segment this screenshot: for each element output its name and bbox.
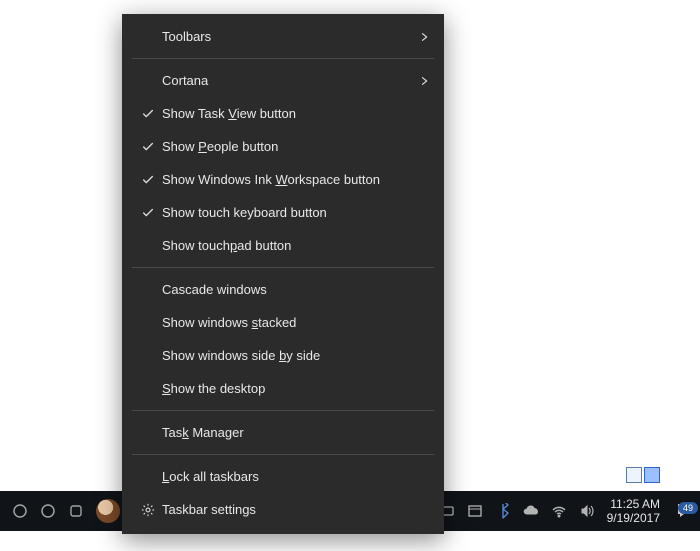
check-icon — [134, 140, 162, 154]
menu-item-taskbar-settings[interactable]: Taskbar settings — [122, 493, 444, 526]
check-icon — [134, 173, 162, 187]
menu-item-task-manager[interactable]: Task Manager — [122, 416, 444, 449]
menu-item-label: Cortana — [162, 73, 412, 88]
clock-time: 11:25 AM — [610, 497, 660, 511]
taskbar-app-icon[interactable] — [6, 491, 34, 531]
menu-item-show-windows-side-by-side[interactable]: Show windows side by side — [122, 339, 444, 372]
menu-item-label: Show windows side by side — [162, 348, 412, 363]
taskbar-app-icon[interactable] — [62, 491, 90, 531]
menu-item-label: Show the desktop — [162, 381, 412, 396]
menu-item-label: Show touch keyboard button — [162, 205, 412, 220]
action-center-count: 49 — [678, 502, 698, 514]
action-center-icon[interactable]: 49 — [670, 502, 700, 520]
menu-item-show-touchpad-button[interactable]: Show touchpad button — [122, 229, 444, 262]
menu-item-label: Show Task View button — [162, 106, 412, 121]
tray-app-icon[interactable] — [461, 491, 489, 531]
menu-separator — [132, 410, 434, 411]
menu-item-cortana[interactable]: Cortana — [122, 64, 444, 97]
menu-item-label: Toolbars — [162, 29, 412, 44]
menu-item-label: Task Manager — [162, 425, 412, 440]
wifi-icon[interactable] — [545, 491, 573, 531]
clock-date: 9/19/2017 — [607, 511, 660, 525]
desktop-switcher — [626, 467, 660, 485]
people-avatar-icon[interactable] — [96, 499, 120, 523]
menu-separator — [132, 58, 434, 59]
bluetooth-icon[interactable] — [489, 491, 517, 531]
check-icon — [134, 107, 162, 121]
system-tray: 11:25 AM 9/19/2017 49 — [405, 491, 700, 531]
taskbar-clock[interactable]: 11:25 AM 9/19/2017 — [601, 497, 670, 525]
desktop-thumb-active[interactable] — [644, 467, 660, 483]
menu-item-toolbars[interactable]: Toolbars — [122, 20, 444, 53]
menu-item-label: Taskbar settings — [162, 502, 412, 517]
menu-item-lock-all-taskbars[interactable]: Lock all taskbars — [122, 460, 444, 493]
menu-item-label: Show touchpad button — [162, 238, 412, 253]
menu-item-show-the-desktop[interactable]: Show the desktop — [122, 372, 444, 405]
menu-item-show-people-button[interactable]: Show People button — [122, 130, 444, 163]
menu-item-show-task-view-button[interactable]: Show Task View button — [122, 97, 444, 130]
chevron-right-icon — [412, 76, 430, 86]
chevron-right-icon — [412, 32, 430, 42]
taskbar-app-icon[interactable] — [34, 491, 62, 531]
menu-item-show-windows-ink-workspace-button[interactable]: Show Windows Ink Workspace button — [122, 163, 444, 196]
menu-item-label: Show People button — [162, 139, 412, 154]
menu-item-label: Show windows stacked — [162, 315, 412, 330]
taskbar-context-menu: Toolbars Cortana Show Task View button Show… — [122, 14, 444, 534]
onedrive-icon[interactable] — [517, 491, 545, 531]
menu-item-cascade-windows[interactable]: Cascade windows — [122, 273, 444, 306]
desktop-thumb[interactable] — [626, 467, 642, 483]
menu-separator — [132, 454, 434, 455]
volume-icon[interactable] — [573, 491, 601, 531]
check-icon — [134, 206, 162, 220]
menu-separator — [132, 267, 434, 268]
menu-item-label: Lock all taskbars — [162, 469, 412, 484]
menu-item-show-windows-stacked[interactable]: Show windows stacked — [122, 306, 444, 339]
menu-item-label: Cascade windows — [162, 282, 412, 297]
menu-item-label: Show Windows Ink Workspace button — [162, 172, 412, 187]
menu-item-show-touch-keyboard-button[interactable]: Show touch keyboard button — [122, 196, 444, 229]
gear-icon — [134, 503, 162, 517]
